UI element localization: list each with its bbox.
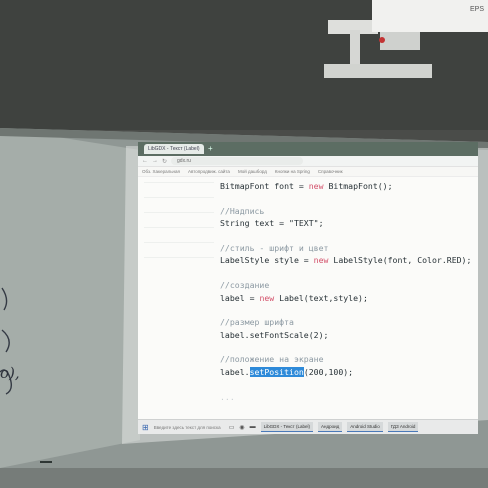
code-comment: //размер шрифта xyxy=(220,317,294,328)
reload-icon[interactable]: ↻ xyxy=(162,158,167,165)
code-line: label.setFontScale(2); xyxy=(220,329,329,340)
floor-edge xyxy=(0,468,488,488)
selected-text[interactable]: setPosition xyxy=(249,366,304,377)
taskbar-app[interactable]: LibGDX - Текст (Label) xyxy=(260,422,313,432)
projector-indicator xyxy=(379,37,385,43)
projector-mount-pole xyxy=(350,30,360,74)
folder-icon[interactable]: ▬ xyxy=(250,424,256,430)
upper-wall xyxy=(0,0,488,130)
chrome-icon[interactable]: ◉ xyxy=(239,424,244,431)
back-icon[interactable]: ← xyxy=(142,158,148,164)
code-line: BitmapFont font = new BitmapFont(); xyxy=(220,181,393,191)
code-fragment: label. xyxy=(220,366,250,377)
board-scribble-text: o), xyxy=(0,364,20,382)
code-block: BitmapFont font = new BitmapFont(); //На… xyxy=(220,180,475,403)
bookmark-item[interactable]: Обз. Хакеральная xyxy=(142,169,180,174)
forward-icon[interactable]: → xyxy=(152,158,158,164)
whiteboard-left-panel xyxy=(0,128,140,468)
projector-mount-bracket xyxy=(380,32,420,50)
projected-screen: LibGDX - Текст (Label) + ← → ↻ gdx.ru Об… xyxy=(138,142,478,434)
classroom-scene: EPS o), LibGDX - Текст (Label) + ← → ↻ g… xyxy=(0,0,488,488)
code-line: String text = "TEXT"; xyxy=(220,218,324,229)
keyword-new: new xyxy=(313,255,329,266)
code-comment: //стиль - шрифт и цвет xyxy=(220,242,329,253)
code-line: label = new Label(text,style); xyxy=(220,292,368,303)
code-comment: //положение на экране xyxy=(220,354,324,365)
taskbar-search[interactable]: Введите здесь текст для поиска xyxy=(154,425,224,430)
page-sidebar xyxy=(144,182,214,382)
taskbar-app[interactable]: ГДЗ Android xyxy=(387,422,419,432)
bookmarks-bar: Обз. Хакеральная Автопродвиж. сайта Мой … xyxy=(138,167,478,177)
code-line: LabelStyle style = new LabelStyle(font, … xyxy=(220,255,472,266)
taskbar-app[interactable]: Android Studio xyxy=(347,422,383,432)
keyword-new: new xyxy=(259,292,275,303)
windows-taskbar: ⊞ Введите здесь текст для поиска ▭ ◉ ▬ L… xyxy=(138,419,478,434)
keyword-new: new xyxy=(308,181,324,191)
projector-brand-label: EPS xyxy=(470,6,485,13)
code-comment: //Надпись xyxy=(220,205,265,216)
bookmark-item[interactable]: Мой дашборд xyxy=(238,169,267,174)
projector-mount-plate xyxy=(328,20,378,34)
code-comment: //создание xyxy=(220,280,270,291)
code-line-highlighted: label.setPosition(200,100); xyxy=(220,366,475,378)
task-view-icon[interactable]: ▭ xyxy=(229,424,235,431)
bookmark-item[interactable]: Кнопки на Spring xyxy=(275,169,310,174)
address-bar[interactable]: gdx.ru xyxy=(171,157,304,165)
browser-tab[interactable]: LibGDX - Текст (Label) xyxy=(144,144,204,154)
windows-start-icon[interactable]: ⊞ xyxy=(142,423,149,432)
projector-mount-arm xyxy=(324,64,432,78)
taskbar-app[interactable]: Андроид xyxy=(317,422,343,432)
bookmark-item[interactable]: Автопродвиж. сайта xyxy=(188,169,230,174)
browser-tab-strip: LibGDX - Текст (Label) + xyxy=(138,142,478,156)
code-ellipsis: ... xyxy=(220,391,235,402)
code-fragment: (200,100); xyxy=(303,366,354,377)
new-tab-icon[interactable]: + xyxy=(208,142,213,156)
projector-body xyxy=(372,0,488,32)
bookmark-item[interactable]: Справочник xyxy=(318,169,343,174)
browser-toolbar: ← → ↻ gdx.ru xyxy=(138,156,478,167)
